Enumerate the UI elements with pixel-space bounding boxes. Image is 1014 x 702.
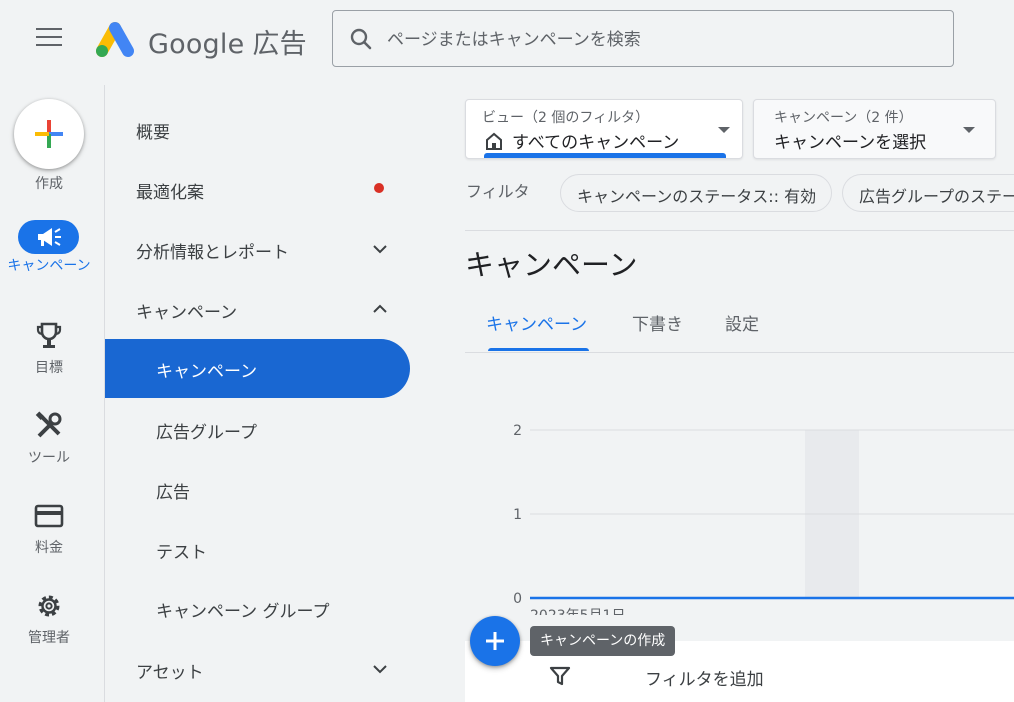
nav-campaigns-label: キャンペーン [156,362,258,382]
plus-icon [486,632,504,650]
campaign-dropdown-label: キャンペーン（2 件） [774,110,913,126]
nav-insights[interactable]: 分析情報とレポート [136,238,289,263]
rail-label-tools[interactable]: ツール [0,447,98,467]
brand-google: Google [148,29,245,60]
tabs-divider [465,352,1014,353]
tab-campaigns[interactable]: キャンペーン [486,310,587,335]
filter-label: フィルタ [466,182,530,201]
create-button[interactable] [14,99,84,169]
nav-recommendations[interactable]: 最適化案 [136,178,204,203]
dropdown-arrow-icon [963,127,975,133]
gear-icon[interactable] [33,590,65,622]
nav-tests[interactable]: テスト [156,538,207,563]
view-dropdown-label: ビュー（2 個のフィルタ） [482,110,650,126]
new-campaign-button[interactable] [470,616,520,666]
credit-card-icon[interactable] [33,500,65,532]
nav-campaign-groups[interactable]: キャンペーン グループ [156,597,330,622]
chart-x-tick: 2023年5月1日 [530,608,625,615]
view-dropdown[interactable]: ビュー（2 個のフィルタ） すべてのキャンペーン [465,99,743,159]
brand-ads: 広告 [252,29,307,60]
rail-label-campaigns[interactable]: キャンペーン [0,258,98,275]
nav-assets[interactable]: アセット [136,658,204,683]
create-campaign-tooltip: キャンペーンの作成 [530,626,676,656]
google-ads-logo [94,20,136,58]
filter-icon[interactable] [549,665,571,687]
page-title: キャンペーン [465,248,638,282]
chevron-down-icon[interactable] [370,659,390,679]
chevron-up-icon[interactable] [370,299,390,319]
nav-campaigns-group[interactable]: キャンペーン [136,298,237,323]
megaphone-icon [38,228,61,246]
tab-settings[interactable]: 設定 [725,310,759,335]
rail-label-admin[interactable]: 管理者 [0,627,98,647]
chart-y-tick: 0 [513,591,522,607]
create-label: 作成 [35,176,63,192]
campaign-dropdown[interactable]: キャンペーン（2 件） キャンペーンを選択 [753,99,996,159]
filter-chip-campaign-status[interactable]: キャンペーンのステータス:: 有効 [560,174,832,212]
plus-icon [35,120,63,148]
filter-chip-adgroup-status[interactable]: 広告グループのステータス [842,174,1014,212]
dropdown-arrow-icon [718,127,730,133]
rail-label-goals[interactable]: 目標 [0,357,98,377]
search-icon [350,28,372,50]
tab-indicator [488,348,589,351]
view-indicator [484,153,726,158]
rail-item-campaigns[interactable] [18,220,79,254]
rail-label-billing[interactable]: 料金 [0,537,98,557]
tab-drafts[interactable]: 下書き [632,310,683,335]
nav-overview[interactable]: 概要 [136,118,170,143]
tools-icon[interactable] [33,410,65,442]
brand-name: Google 広告 [148,22,307,61]
nav-ad-groups[interactable]: 広告グループ [156,418,257,443]
view-dropdown-value: すべてのキャンペーン [512,133,680,153]
chart-y-tick: 1 [513,507,522,523]
performance-chart: 2 1 0 2023年5月1日 [513,423,1014,615]
trophy-icon[interactable] [33,320,65,352]
chevron-down-icon[interactable] [370,239,390,259]
home-icon [486,132,502,150]
nav-campaigns-active[interactable]: キャンペーン [105,339,410,398]
main-menu-icon[interactable] [36,28,62,48]
search-box[interactable] [332,10,954,67]
chart-y-tick: 2 [513,423,522,439]
add-filter-button[interactable]: フィルタを追加 [645,665,764,690]
search-input[interactable] [385,25,929,55]
nav-ads[interactable]: 広告 [156,478,190,503]
campaign-dropdown-value: キャンペーンを選択 [774,133,927,153]
divider [465,230,1014,231]
alert-dot [374,183,384,193]
